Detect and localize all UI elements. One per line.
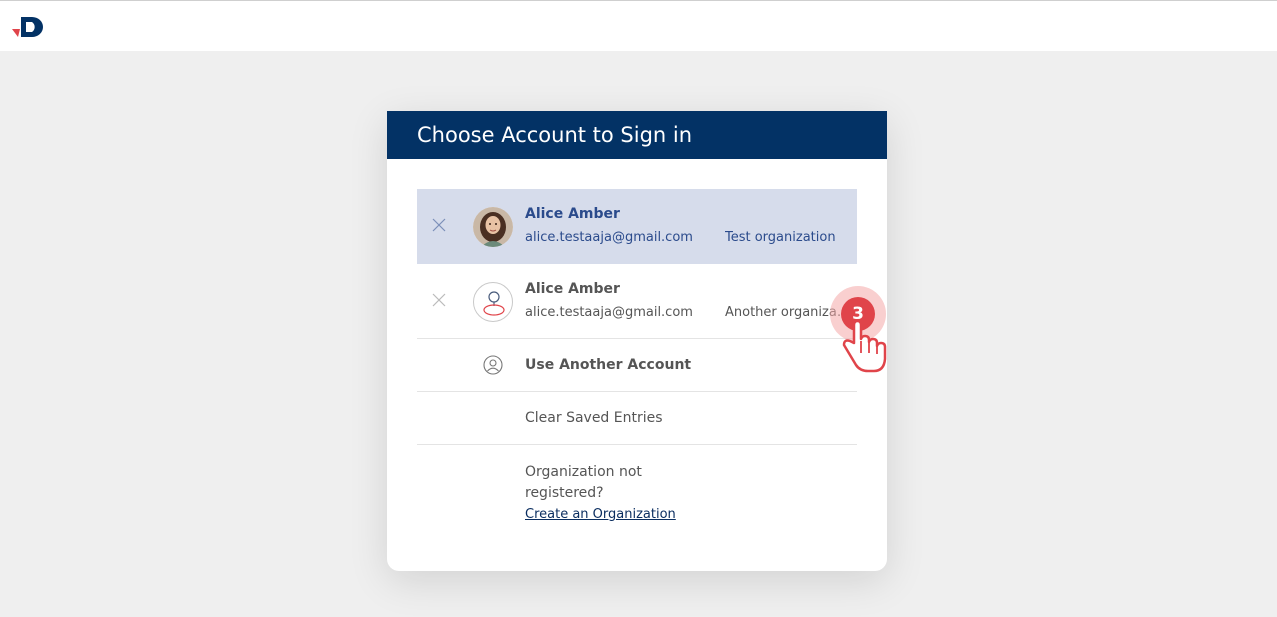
account-chooser-dialog: Choose Account to Sign in Alice Amber al… <box>387 111 887 571</box>
user-placeholder-icon <box>483 291 505 316</box>
use-another-account-label: Use Another Account <box>525 357 692 373</box>
clear-saved-entries-label: Clear Saved Entries <box>525 410 663 426</box>
create-organization-link[interactable]: Create an Organization <box>525 507 676 522</box>
account-name: Alice Amber <box>525 281 620 297</box>
company-logo-icon[interactable] <box>12 15 46 41</box>
organization-prompt: Organization not registered? Create an O… <box>417 445 857 545</box>
use-another-account-button[interactable]: Use Another Account <box>417 339 857 392</box>
avatar <box>473 207 513 247</box>
account-email: alice.testaaja@gmail.com <box>525 305 693 320</box>
dialog-title: Choose Account to Sign in <box>417 123 693 147</box>
account-name: Alice Amber <box>525 206 620 222</box>
close-icon[interactable] <box>431 217 447 233</box>
photo-avatar <box>473 207 513 247</box>
dialog-header: Choose Account to Sign in <box>387 111 887 159</box>
clear-saved-entries-button[interactable]: Clear Saved Entries <box>417 392 857 445</box>
account-list: Alice Amber alice.testaaja@gmail.com Tes… <box>417 189 857 545</box>
account-email: alice.testaaja@gmail.com <box>525 230 693 245</box>
user-circle-icon <box>483 355 503 375</box>
organization-prompt-text: Organization not registered? <box>525 464 642 501</box>
top-bar <box>0 0 1277 51</box>
account-row[interactable]: Alice Amber alice.testaaja@gmail.com Ano… <box>417 264 857 339</box>
account-organization: Test organization <box>725 230 836 245</box>
close-icon[interactable] <box>431 292 447 308</box>
avatar <box>473 282 513 322</box>
step-number-badge: 3 <box>852 304 864 324</box>
account-row[interactable]: Alice Amber alice.testaaja@gmail.com Tes… <box>417 189 857 264</box>
